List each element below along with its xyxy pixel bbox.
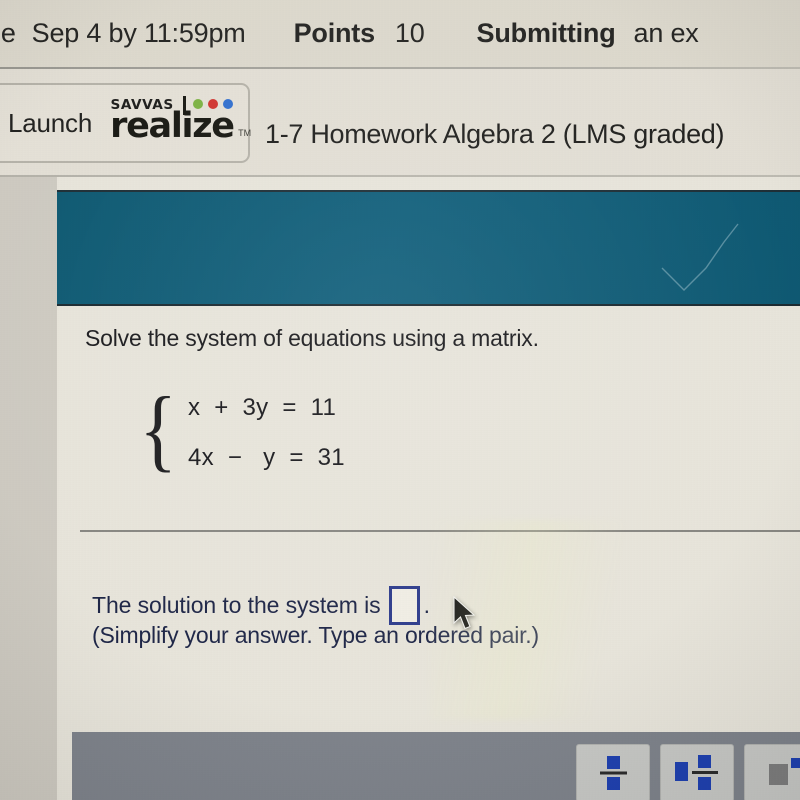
answer-input[interactable] xyxy=(388,586,420,625)
launch-label: Launch xyxy=(8,107,93,138)
launch-realize-button[interactable]: Launch SAVVAS realize TM xyxy=(0,83,252,163)
content-divider xyxy=(80,530,800,532)
question-prompt: Solve the system of equations using a ma… xyxy=(85,325,539,351)
exponent-button[interactable] xyxy=(744,744,800,800)
fraction-button[interactable] xyxy=(576,744,650,800)
app-header-banner xyxy=(57,190,800,306)
assignment-title: 1-7 Homework Algebra 2 (LMS graded) xyxy=(265,119,725,149)
left-brace: { xyxy=(139,378,177,480)
mouse-cursor xyxy=(453,596,476,630)
lms-assignment-bar: ue Sep 4 by 11:59pm Points 10 Submitting… xyxy=(0,0,800,67)
system-of-equations: { x + 3y = 11 4x − y = 31 xyxy=(136,379,466,483)
submitting-label: Submitting xyxy=(476,18,616,48)
left-gutter xyxy=(0,177,57,800)
logo-trademark: TM xyxy=(238,128,252,138)
exponent-icon xyxy=(769,758,800,785)
logo-realize-text: realize xyxy=(110,106,235,146)
points-label: Points xyxy=(293,18,376,48)
answer-period: . xyxy=(423,592,430,618)
launch-row: Launch SAVVAS realize TM 1-7 Homework Al… xyxy=(0,69,800,175)
mixed-number-icon xyxy=(675,755,718,790)
points-value: 10 xyxy=(394,18,425,48)
savvas-realize-logo: SAVVAS realize TM xyxy=(110,94,252,152)
answer-prompt-text: The solution to the system is xyxy=(92,592,381,618)
equation-2: 4x − y = 31 xyxy=(188,444,345,471)
math-keyboard-toolbar xyxy=(72,732,800,800)
due-label: ue xyxy=(0,18,16,48)
due-date-value: Sep 4 by 11:59pm xyxy=(31,18,246,48)
mixed-number-button[interactable] xyxy=(660,744,734,800)
answer-prompt-row: The solution to the system is . xyxy=(92,586,430,625)
fraction-icon xyxy=(600,756,627,790)
screen-scratch xyxy=(661,223,739,291)
equation-rows: x + 3y = 11 4x − y = 31 xyxy=(188,383,345,483)
screen-photo: ue Sep 4 by 11:59pm Points 10 Submitting… xyxy=(0,0,800,800)
submitting-value: an ex xyxy=(633,18,699,48)
equation-1: x + 3y = 11 xyxy=(188,394,337,421)
